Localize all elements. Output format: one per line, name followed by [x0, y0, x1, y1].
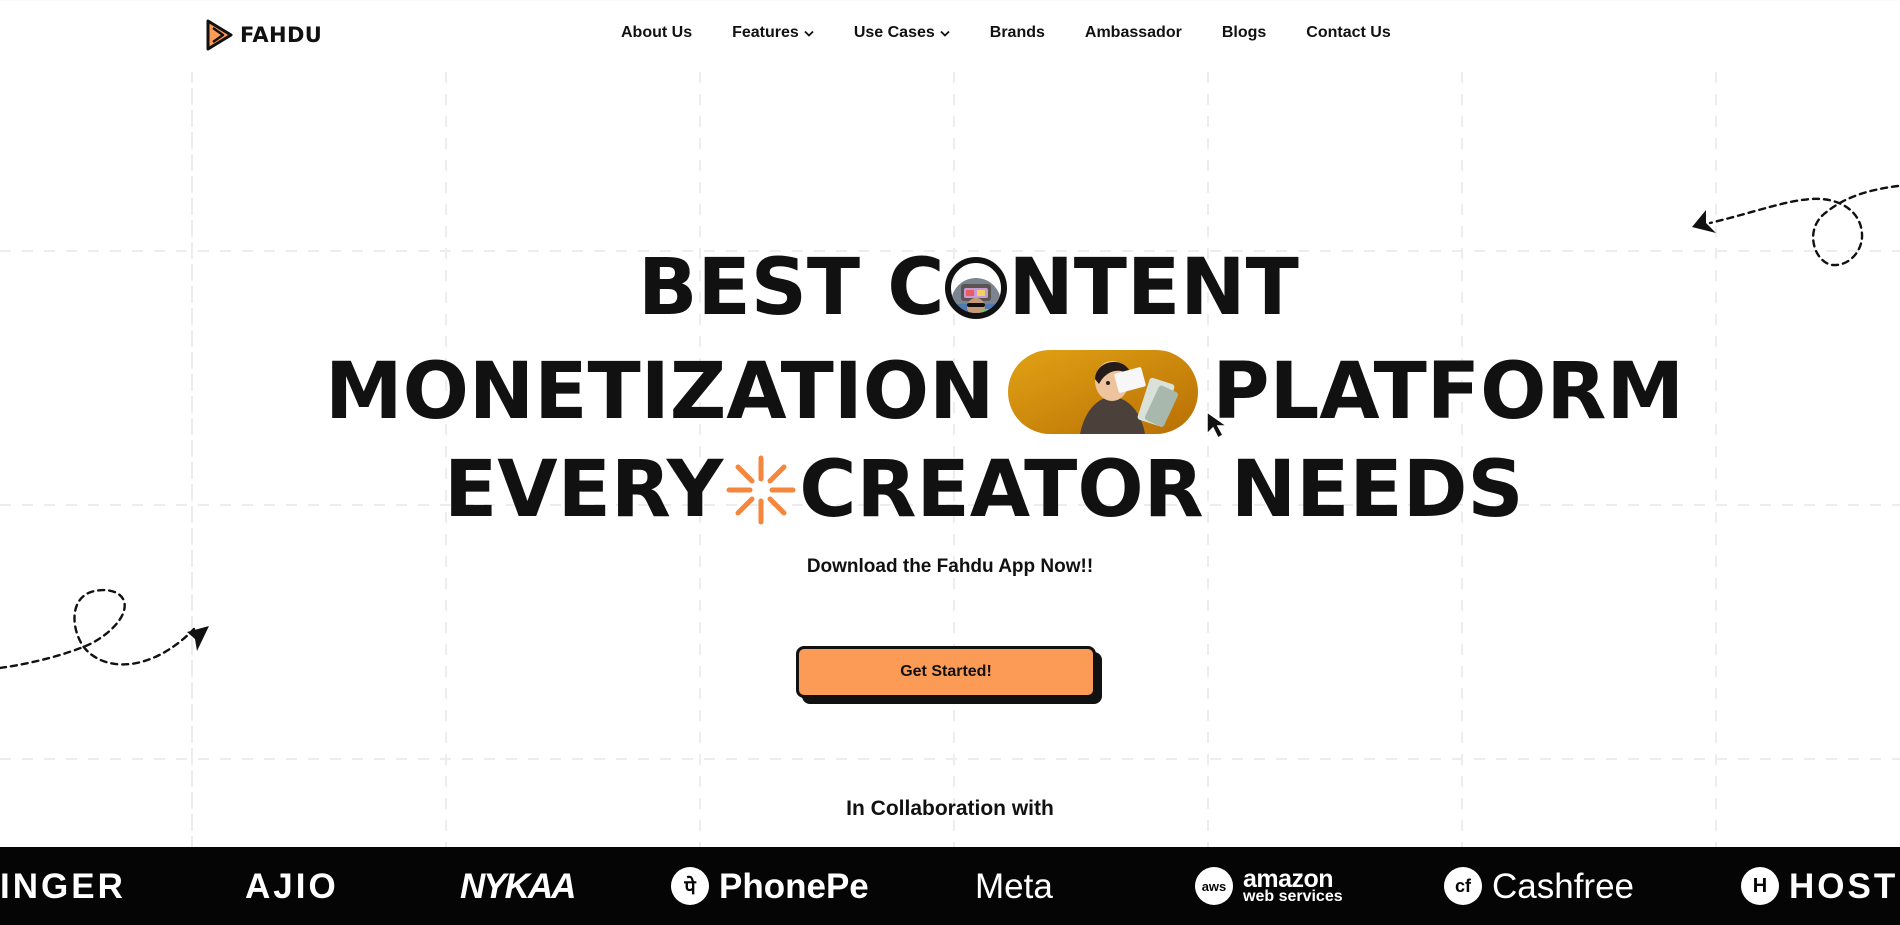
aws-icon: aws [1195, 867, 1233, 905]
partner-logo-text: Cashfree [1492, 866, 1635, 906]
hero-headline-line-1: BEST C NTENT [638, 249, 1299, 327]
get-started-button[interactable]: Get Started! [796, 646, 1096, 698]
creator-avatar-image [944, 257, 1007, 319]
partner-logo-strip: INGER AJIO NYKAA पे PhonePe Meta aws ama… [0, 847, 1900, 925]
hero-text: NTENT [1008, 243, 1299, 333]
nav-use-cases[interactable]: Use Cases [854, 24, 950, 42]
nav-ambassador[interactable]: Ambassador [1085, 24, 1182, 42]
nav-brands[interactable]: Brands [990, 24, 1045, 42]
hero-text: EVERY [444, 445, 724, 535]
play-triangle-icon [206, 19, 233, 51]
partner-logo-text: NYKAA [460, 866, 576, 906]
creator-pill-image [1008, 350, 1199, 434]
partner-logo: Meta [975, 847, 1053, 925]
nav-label: Use Cases [853, 24, 935, 41]
nav-label: Brands [989, 24, 1045, 41]
partner-logo: cf Cashfree [1444, 847, 1634, 925]
brand-link[interactable]: FAHDU [204, 18, 322, 52]
dashed-arrow-icon [1692, 184, 1900, 267]
hero-text: PLATFORM [1212, 347, 1685, 437]
nav-about-us[interactable]: About Us [621, 24, 692, 42]
get-started-button-wrapper[interactable]: Get Started! [796, 646, 1102, 704]
nav-label: Contact Us [1306, 24, 1391, 41]
brand-name: FAHDU [240, 23, 323, 47]
nav-label: Features [732, 24, 799, 41]
aws-wordmark: amazon web services [1243, 864, 1343, 906]
nav-contact-us[interactable]: Contact Us [1306, 24, 1390, 42]
grid-line [0, 758, 1900, 760]
top-navigation: FAHDU About Us Features Use Cases Brands… [0, 0, 1900, 72]
partner-logo: aws amazon web services [1195, 847, 1343, 925]
hero-text: CREATOR NEEDS [799, 445, 1524, 535]
partner-logo-text: HOST [1789, 866, 1899, 906]
partner-logo: AJIO [245, 847, 339, 925]
cashfree-icon: cf [1444, 867, 1482, 905]
partner-logo-text: INGER [0, 866, 126, 906]
collaboration-heading: In Collaboration with [846, 797, 1054, 820]
partner-logo-subtext: web services [1243, 888, 1343, 906]
main-navigation: About Us Features Use Cases Brands Ambas… [621, 24, 1391, 42]
nav-label: Blogs [1221, 24, 1267, 41]
partner-logo-text: AJIO [245, 866, 339, 906]
nav-features[interactable]: Features [732, 24, 814, 42]
partner-logo: NYKAA [460, 847, 576, 925]
partner-logo: H HOST [1741, 847, 1898, 925]
partner-logo: INGER [0, 847, 126, 925]
grid-line [191, 72, 193, 847]
mouse-pointer-icon [1206, 410, 1230, 440]
partner-logo: पे PhonePe [671, 847, 869, 925]
sparkle-icon [726, 455, 796, 525]
chevron-down-icon [940, 30, 950, 37]
landing-page: FAHDU About Us Features Use Cases Brands… [0, 0, 1900, 925]
partner-logo-text: amazon [1243, 864, 1334, 893]
hero-text: BEST C [638, 243, 945, 333]
hostinger-icon: H [1741, 867, 1779, 905]
hero-headline-line-2: MONETIZATION PLATFORM [325, 350, 1684, 434]
hero-text: MONETIZATION [325, 347, 995, 437]
dashed-arrow-icon [0, 588, 209, 670]
hero-headline-line-3: EVERY CREATOR NEEDS [444, 451, 1524, 529]
chevron-down-icon [804, 30, 814, 37]
hero-subtitle: Download the Fahdu App Now!! [806, 556, 1094, 577]
nav-blogs[interactable]: Blogs [1222, 24, 1266, 42]
phonepe-icon: पे [671, 867, 709, 905]
partner-logo-text: Meta [975, 866, 1053, 906]
nav-label: About Us [621, 24, 693, 41]
partner-logo-text: PhonePe [719, 866, 869, 906]
nav-label: Ambassador [1084, 24, 1182, 41]
